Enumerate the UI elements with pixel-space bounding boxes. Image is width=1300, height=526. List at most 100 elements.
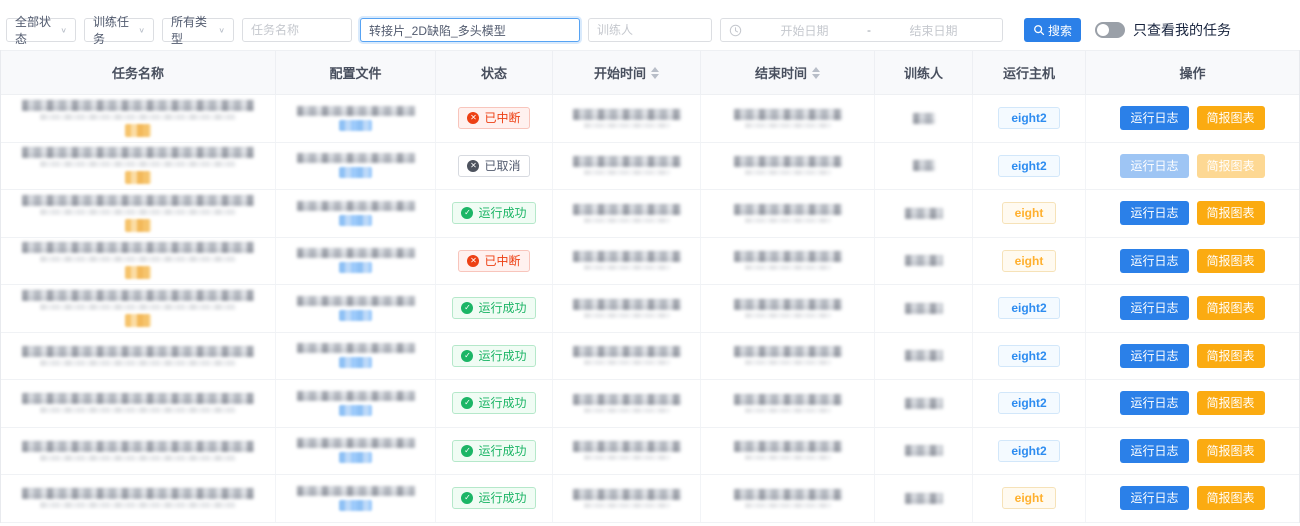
end-time-redacted-line2 [745, 455, 831, 460]
run-log-button[interactable]: 运行日志 [1120, 296, 1188, 320]
status-success-icon: ✓ [461, 445, 473, 457]
date-range-picker[interactable]: 开始日期 - 结束日期 [720, 18, 1003, 42]
task-name-redacted-line2 [40, 407, 236, 413]
config-file-link[interactable] [339, 120, 372, 131]
config-file-cell [276, 285, 436, 332]
host-cell: eight [973, 190, 1086, 237]
sort-desc-icon[interactable] [812, 74, 820, 79]
host-badge: eight [1002, 250, 1057, 272]
start-time-cell [553, 143, 701, 190]
config-file-link[interactable] [339, 310, 372, 321]
column-header-label: 运行主机 [1003, 63, 1055, 82]
category-select[interactable]: 所有类型 ∨ [162, 18, 234, 42]
status-badge: ✓运行成功 [452, 345, 535, 367]
status-label: 运行成功 [478, 207, 526, 219]
status-cell: ✓运行成功 [436, 428, 553, 475]
sort-carets-icon[interactable] [812, 67, 820, 79]
start-time-redacted-line2 [584, 503, 670, 508]
column-header-label: 配置文件 [329, 63, 381, 82]
only-my-tasks-label: 只查看我的任务 [1133, 20, 1231, 40]
sort-asc-icon[interactable] [812, 67, 820, 72]
run-log-button[interactable]: 运行日志 [1120, 249, 1188, 273]
end-time-redacted [734, 156, 842, 167]
task-name-redacted-line2 [40, 114, 236, 120]
status-badge: ✓运行成功 [452, 487, 535, 509]
start-time-redacted [573, 394, 681, 405]
config-file-link[interactable] [339, 405, 372, 416]
end-time-redacted [734, 204, 842, 215]
start-time-redacted [573, 204, 681, 215]
column-header-5[interactable]: 结束时间 [701, 51, 875, 94]
config-file-link[interactable] [339, 215, 372, 226]
host-badge: eight2 [998, 297, 1059, 319]
search-button[interactable]: 搜索 [1024, 18, 1081, 42]
search-icon [1033, 24, 1045, 36]
config-file-link[interactable] [339, 357, 372, 368]
table-row: ✓运行成功eight2运行日志简报图表 [1, 333, 1299, 381]
run-log-button[interactable]: 运行日志 [1120, 344, 1188, 368]
column-header-7: 运行主机 [973, 51, 1086, 94]
column-header-3: 状态 [436, 51, 553, 94]
run-log-button[interactable]: 运行日志 [1120, 486, 1188, 510]
config-file-link[interactable] [339, 452, 372, 463]
task-name-redacted-line2 [40, 502, 236, 508]
report-chart-button[interactable]: 简报图表 [1197, 154, 1265, 178]
report-chart-button[interactable]: 简报图表 [1197, 486, 1265, 510]
report-chart-button[interactable]: 简报图表 [1197, 201, 1265, 225]
report-chart-button[interactable]: 简报图表 [1197, 106, 1265, 130]
report-chart-button[interactable]: 简报图表 [1197, 391, 1265, 415]
table-body: ✕已中断eight2运行日志简报图表✕已取消eight2运行日志简报图表✓运行成… [1, 95, 1299, 523]
config-file-cell [276, 143, 436, 190]
keyword-input[interactable] [360, 18, 580, 42]
column-header-label: 训练人 [904, 63, 943, 82]
status-cell: ✓运行成功 [436, 475, 553, 522]
task-name-input[interactable] [242, 18, 352, 42]
start-time-redacted-line2 [584, 360, 670, 365]
only-my-tasks-toggle[interactable] [1095, 22, 1125, 38]
end-time-redacted-line2 [745, 265, 831, 270]
trainer-redacted [913, 113, 935, 124]
config-file-link[interactable] [339, 262, 372, 273]
end-time-cell [701, 475, 875, 522]
report-chart-button[interactable]: 简报图表 [1197, 344, 1265, 368]
end-time-redacted [734, 346, 842, 357]
config-file-redacted [297, 248, 415, 258]
sort-desc-icon[interactable] [651, 74, 659, 79]
column-header-4[interactable]: 开始时间 [553, 51, 701, 94]
status-select[interactable]: 全部状态 ∨ [6, 18, 76, 42]
run-log-button[interactable]: 运行日志 [1120, 439, 1188, 463]
task-name-cell [1, 333, 276, 380]
config-file-link[interactable] [339, 500, 372, 511]
actions-cell: 运行日志简报图表 [1086, 428, 1299, 475]
start-time-redacted-line2 [584, 218, 670, 223]
run-log-button[interactable]: 运行日志 [1120, 154, 1188, 178]
status-badge: ✓运行成功 [452, 392, 535, 414]
sort-asc-icon[interactable] [651, 67, 659, 72]
end-time-redacted [734, 441, 842, 452]
trainer-redacted [905, 493, 943, 504]
chevron-down-icon: ∨ [138, 26, 145, 35]
task-type-select[interactable]: 训练任务 ∨ [84, 18, 154, 42]
status-badge: ✓运行成功 [452, 297, 535, 319]
config-file-link[interactable] [339, 167, 372, 178]
end-date-placeholder[interactable]: 结束日期 [873, 22, 994, 39]
report-chart-button[interactable]: 简报图表 [1197, 296, 1265, 320]
report-chart-button[interactable]: 简报图表 [1197, 249, 1265, 273]
status-cell: ✓运行成功 [436, 190, 553, 237]
status-label: 运行成功 [478, 492, 526, 504]
run-log-button[interactable]: 运行日志 [1120, 391, 1188, 415]
config-file-cell [276, 95, 436, 142]
run-log-button[interactable]: 运行日志 [1120, 201, 1188, 225]
run-log-button[interactable]: 运行日志 [1120, 106, 1188, 130]
filter-bar: 全部状态 ∨ 训练任务 ∨ 所有类型 ∨ 开始日期 - 结束日期 搜索 只查看我… [0, 0, 1300, 50]
chevron-down-icon: ∨ [218, 26, 225, 35]
table-row: ✕已中断eight运行日志简报图表 [1, 238, 1299, 286]
toggle-knob [1097, 24, 1109, 36]
sort-carets-icon[interactable] [651, 67, 659, 79]
table-row: ✕已中断eight2运行日志简报图表 [1, 95, 1299, 143]
start-date-placeholder[interactable]: 开始日期 [744, 22, 865, 39]
actions-cell: 运行日志简报图表 [1086, 333, 1299, 380]
column-header-2: 配置文件 [276, 51, 436, 94]
trainer-input[interactable] [588, 18, 712, 42]
report-chart-button[interactable]: 简报图表 [1197, 439, 1265, 463]
